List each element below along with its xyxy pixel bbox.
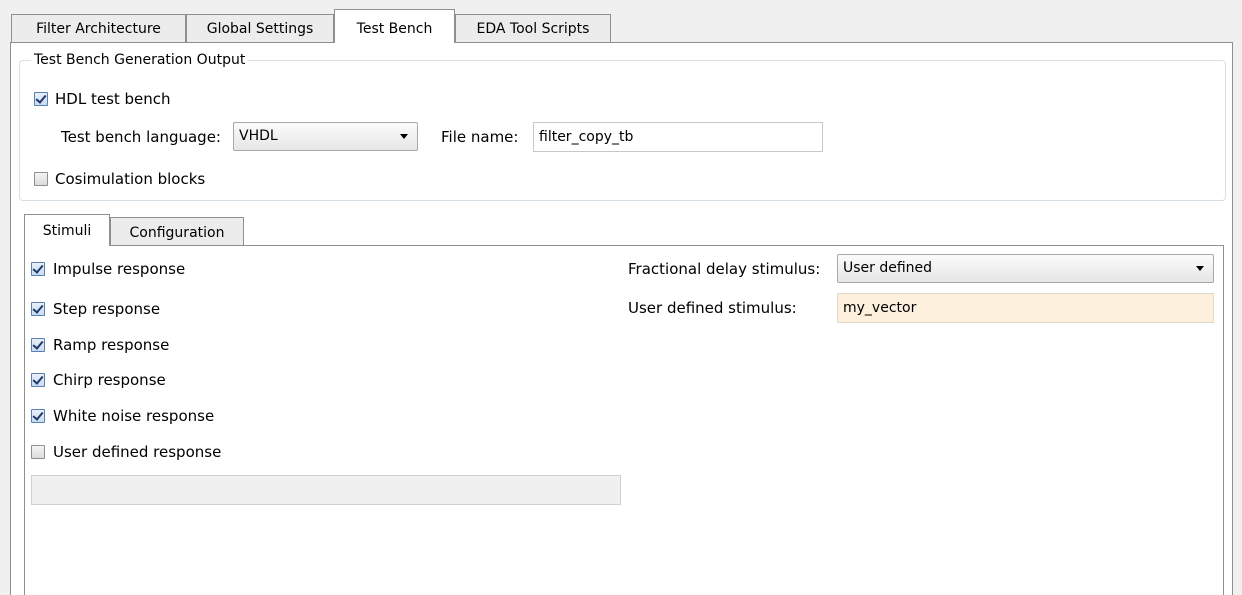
- tab-test-bench[interactable]: Test Bench: [334, 9, 455, 43]
- user-defined-response-input[interactable]: [31, 475, 621, 505]
- tab-eda-tool-scripts[interactable]: EDA Tool Scripts: [455, 14, 611, 43]
- step-response-checkbox[interactable]: [31, 302, 45, 316]
- group-title: Test Bench Generation Output: [31, 51, 249, 69]
- impulse-response-checkbox[interactable]: [31, 262, 45, 276]
- white-noise-response-checkbox[interactable]: [31, 409, 45, 423]
- user-defined-stimulus-label: User defined stimulus:: [628, 299, 797, 317]
- cosimulation-blocks-label: Cosimulation blocks: [55, 170, 206, 188]
- fractional-delay-stimulus-value: User defined: [843, 260, 933, 276]
- ramp-response-label: Ramp response: [53, 336, 170, 354]
- file-name-label: File name:: [441, 128, 519, 146]
- test-bench-language-value: VHDL: [239, 128, 278, 144]
- file-name-value: filter_copy_tb: [539, 129, 634, 145]
- tab-configuration[interactable]: Configuration: [110, 217, 244, 245]
- chirp-response-label: Chirp response: [53, 371, 166, 389]
- user-defined-response-label: User defined response: [53, 443, 222, 461]
- chevron-down-icon: [400, 134, 408, 139]
- step-response-label: Step response: [53, 300, 161, 318]
- white-noise-response-label: White noise response: [53, 407, 215, 425]
- tab-stimuli[interactable]: Stimuli: [24, 214, 110, 246]
- fractional-delay-stimulus-dropdown[interactable]: User defined: [837, 254, 1214, 283]
- fractional-delay-stimulus-label: Fractional delay stimulus:: [628, 260, 821, 278]
- test-bench-language-label: Test bench language:: [61, 128, 221, 146]
- file-name-input[interactable]: filter_copy_tb: [533, 122, 823, 152]
- user-defined-stimulus-value: my_vector: [843, 300, 917, 316]
- user-defined-response-checkbox[interactable]: [31, 445, 45, 459]
- ramp-response-checkbox[interactable]: [31, 338, 45, 352]
- test-bench-language-dropdown[interactable]: VHDL: [233, 122, 418, 151]
- chirp-response-checkbox[interactable]: [31, 373, 45, 387]
- impulse-response-label: Impulse response: [53, 260, 186, 278]
- tab-global-settings[interactable]: Global Settings: [186, 14, 334, 43]
- tab-filter-architecture[interactable]: Filter Architecture: [11, 14, 186, 43]
- hdl-test-bench-label: HDL test bench: [55, 90, 171, 108]
- cosimulation-blocks-checkbox[interactable]: [34, 172, 48, 186]
- hdl-test-bench-checkbox[interactable]: [34, 92, 48, 106]
- chevron-down-icon: [1196, 266, 1204, 271]
- user-defined-stimulus-input[interactable]: my_vector: [837, 293, 1214, 323]
